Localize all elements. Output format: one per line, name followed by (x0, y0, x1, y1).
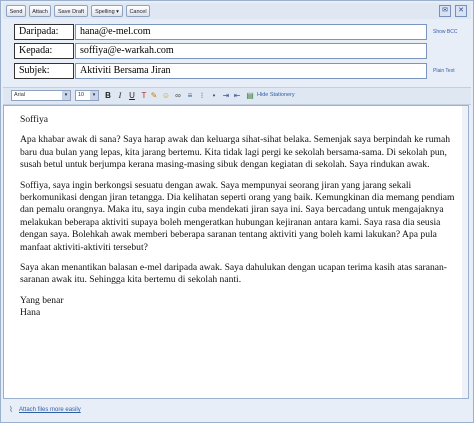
scrollbar[interactable] (462, 106, 468, 398)
indent-icon[interactable]: ⇥ (221, 91, 231, 101)
save-draft-button[interactable]: Save Draft (54, 5, 88, 17)
italic-icon[interactable]: I (115, 91, 125, 101)
outdent-icon[interactable]: ⇤ (232, 91, 242, 101)
close-icon[interactable]: ✕ (455, 5, 467, 17)
toolbar: Send Attach Save Draft Spelling ▾ Cancel… (3, 3, 471, 19)
signature: Hana (20, 307, 41, 319)
subject-label: Subjek: (14, 63, 74, 79)
closing: Yang benar (20, 294, 64, 306)
size-select[interactable]: 10 ▾ (75, 90, 99, 101)
subject-field[interactable]: Aktiviti Bersama Jiran (75, 63, 427, 79)
show-bcc-link[interactable]: Show BCC (433, 29, 457, 35)
cancel-button[interactable]: Cancel (126, 5, 150, 17)
bold-icon[interactable]: B (103, 91, 113, 101)
bullet-list-icon[interactable]: • (209, 91, 219, 101)
attach-files-link[interactable]: Attach files more easily (19, 407, 81, 413)
paragraph-3: Saya akan menantikan balasan e-mel darip… (20, 262, 448, 286)
to-field[interactable]: soffiya@e-warkah.com (75, 43, 427, 59)
link-icon[interactable]: ∞ (173, 91, 183, 101)
send-button[interactable]: Send (6, 5, 26, 17)
spelling-label: Spelling (95, 9, 115, 15)
format-toolbar: Arial ▾ 10 ▾ B I U T ✎ ☺ ∞ ≡ ⁝ • ⇥ ⇤ ▤ H… (3, 87, 471, 105)
to-label: Kepada: (14, 43, 74, 59)
font-select[interactable]: Arial ▾ (11, 90, 71, 101)
numbered-list-icon[interactable]: ⁝ (197, 91, 207, 101)
paperclip-icon: ⌇ (9, 405, 13, 414)
footer: ⌇ Attach files more easily (3, 401, 471, 421)
chevron-down-icon: ▾ (116, 9, 119, 15)
paragraph-1: Apa khabar awak di sana? Saya harap awak… (20, 134, 451, 171)
text-color-icon[interactable]: T (139, 91, 149, 101)
stationery-icon: ▤ (246, 91, 254, 100)
from-field[interactable]: hana@e-mel.com (75, 24, 427, 40)
chevron-down-icon: ▾ (90, 91, 98, 100)
greeting: Soffiya (20, 114, 49, 125)
hide-stationery-link[interactable]: Hide Stationery (257, 92, 295, 98)
underline-icon[interactable]: U (127, 91, 137, 101)
envelope-icon[interactable]: ✉ (439, 5, 451, 17)
font-value: Arial (14, 92, 26, 98)
compose-window: Send Attach Save Draft Spelling ▾ Cancel… (0, 0, 474, 423)
header-fields: Daripada: hana@e-mel.com Show BCC Kepada… (3, 21, 471, 83)
align-left-icon[interactable]: ≡ (185, 91, 195, 101)
spelling-button[interactable]: Spelling ▾ (91, 5, 123, 17)
chevron-down-icon: ▾ (62, 91, 70, 100)
size-value: 10 (78, 92, 85, 98)
plain-text-link[interactable]: Plain Text (433, 68, 455, 74)
attach-button[interactable]: Attach (29, 5, 51, 17)
paragraph-2: Soffiya, saya ingin berkongsi sesuatu de… (20, 179, 455, 253)
from-label: Daripada: (14, 24, 74, 40)
highlight-icon[interactable]: ✎ (149, 91, 159, 101)
emoticon-icon[interactable]: ☺ (161, 91, 171, 101)
message-body[interactable]: Soffiya Apa khabar awak di sana? Saya ha… (3, 105, 469, 399)
